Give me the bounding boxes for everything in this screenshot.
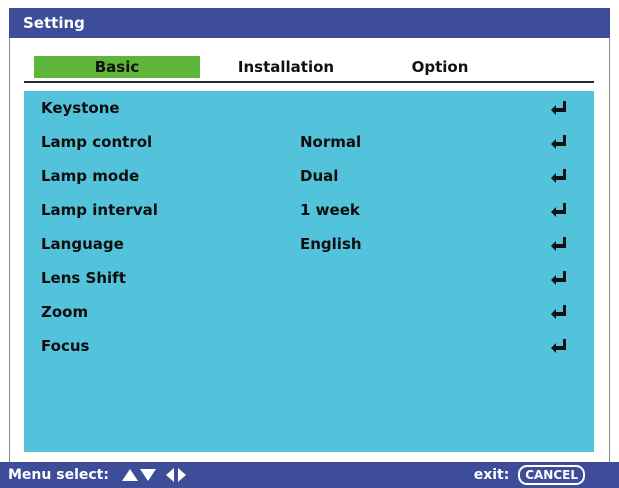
menu-item-lens-shift[interactable]: Lens Shift bbox=[24, 261, 594, 295]
menu-item-value: 1 week bbox=[300, 201, 360, 219]
window-title: Setting bbox=[9, 8, 610, 38]
nav-arrows-icon bbox=[122, 468, 186, 482]
down-arrow-icon bbox=[140, 469, 156, 481]
tab-installation[interactable]: Installation bbox=[230, 56, 342, 78]
menu-item-keystone[interactable]: Keystone bbox=[24, 91, 594, 125]
menu-item-label: Lens Shift bbox=[41, 269, 126, 287]
enter-icon[interactable] bbox=[550, 338, 568, 354]
enter-icon[interactable] bbox=[550, 100, 568, 116]
enter-icon[interactable] bbox=[550, 168, 568, 184]
status-bar: Menu select: exit: CANCEL bbox=[0, 462, 619, 488]
menu-item-label: Lamp control bbox=[41, 133, 153, 151]
tab-option[interactable]: Option bbox=[400, 56, 480, 78]
menu-select-hint: Menu select: bbox=[8, 467, 109, 483]
left-arrow-icon bbox=[166, 468, 174, 482]
right-arrow-icon bbox=[178, 468, 186, 482]
tab-bar: Basic Installation Option bbox=[34, 56, 584, 78]
menu-item-label: Lamp interval bbox=[41, 201, 158, 219]
cancel-key-icon: CANCEL bbox=[518, 465, 585, 485]
menu-item-label: Keystone bbox=[41, 99, 120, 117]
menu-item-lamp-mode[interactable]: Lamp mode Dual bbox=[24, 159, 594, 193]
menu-item-lamp-control[interactable]: Lamp control Normal bbox=[24, 125, 594, 159]
enter-icon[interactable] bbox=[550, 202, 568, 218]
menu-item-focus[interactable]: Focus bbox=[24, 329, 594, 363]
menu-item-value: Dual bbox=[300, 167, 339, 185]
menu-item-label: Language bbox=[41, 235, 124, 253]
enter-icon[interactable] bbox=[550, 270, 568, 286]
menu-item-label: Focus bbox=[41, 337, 90, 355]
menu-list: Keystone Lamp control Normal Lamp mode D… bbox=[24, 91, 594, 452]
up-arrow-icon bbox=[122, 469, 138, 481]
enter-icon[interactable] bbox=[550, 134, 568, 150]
tab-divider bbox=[24, 81, 594, 83]
menu-item-zoom[interactable]: Zoom bbox=[24, 295, 594, 329]
tab-basic[interactable]: Basic bbox=[34, 56, 200, 78]
enter-icon[interactable] bbox=[550, 304, 568, 320]
menu-item-language[interactable]: Language English bbox=[24, 227, 594, 261]
settings-window: Setting Basic Installation Option Keysto… bbox=[0, 0, 619, 488]
menu-item-value: English bbox=[300, 235, 362, 253]
menu-item-label: Lamp mode bbox=[41, 167, 140, 185]
menu-item-lamp-interval[interactable]: Lamp interval 1 week bbox=[24, 193, 594, 227]
menu-item-label: Zoom bbox=[41, 303, 89, 321]
menu-item-value: Normal bbox=[300, 133, 362, 151]
enter-icon[interactable] bbox=[550, 236, 568, 252]
exit-hint: exit: CANCEL bbox=[474, 462, 585, 488]
exit-label: exit: bbox=[473, 467, 510, 483]
